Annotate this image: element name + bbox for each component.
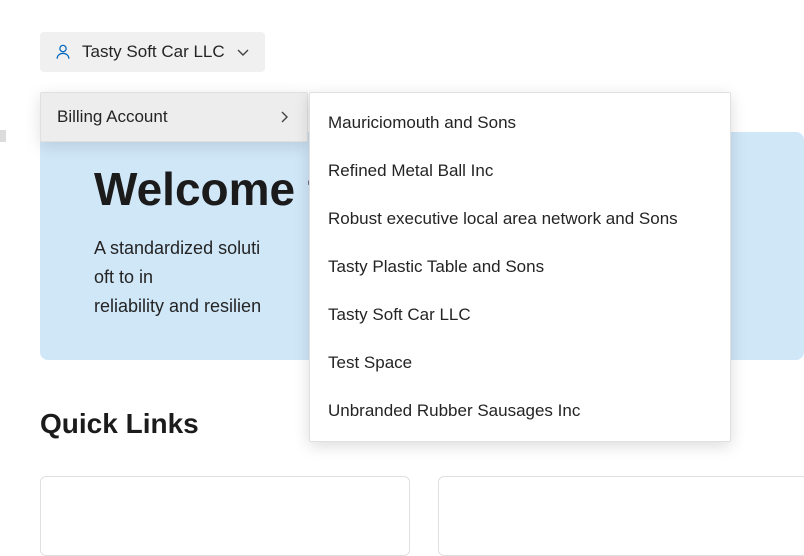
flyout-item-label: Robust executive local area network and … [328, 209, 678, 228]
quick-links-section: Quick Links [40, 408, 199, 440]
left-edge-shadow [0, 130, 6, 142]
flyout-item-label: Mauriciomouth and Sons [328, 113, 516, 132]
flyout-item[interactable]: Robust executive local area network and … [310, 195, 730, 243]
hero-body-left: A standardized soluti [94, 238, 260, 258]
quick-links-heading: Quick Links [40, 408, 199, 440]
flyout-item[interactable]: Unbranded Rubber Sausages Inc [310, 387, 730, 435]
account-submenu: Billing Account [40, 92, 308, 142]
hero-title-left: Welcome t [94, 163, 323, 215]
account-selector-button[interactable]: Tasty Soft Car LLC [40, 32, 265, 72]
submenu-item-label: Billing Account [57, 107, 168, 127]
person-icon [54, 43, 72, 61]
chevron-down-icon [235, 44, 251, 60]
submenu-item-billing-account[interactable]: Billing Account [41, 93, 307, 141]
account-selector-label: Tasty Soft Car LLC [82, 42, 225, 62]
quick-link-card[interactable] [40, 476, 410, 556]
billing-account-flyout: Mauriciomouth and Sons Refined Metal Bal… [309, 92, 731, 442]
quick-link-card[interactable] [438, 476, 804, 556]
flyout-item-label: Test Space [328, 353, 412, 372]
flyout-item-label: Unbranded Rubber Sausages Inc [328, 401, 580, 420]
flyout-item[interactable]: Mauriciomouth and Sons [310, 99, 730, 147]
flyout-item-label: Tasty Soft Car LLC [328, 305, 471, 324]
chevron-right-icon [277, 110, 291, 124]
hero-body-right: oft to in [94, 267, 153, 287]
flyout-item[interactable]: Tasty Plastic Table and Sons [310, 243, 730, 291]
flyout-item-label: Tasty Plastic Table and Sons [328, 257, 544, 276]
flyout-item[interactable]: Test Space [310, 339, 730, 387]
flyout-item-label: Refined Metal Ball Inc [328, 161, 493, 180]
flyout-item[interactable]: Refined Metal Ball Inc [310, 147, 730, 195]
flyout-item[interactable]: Tasty Soft Car LLC [310, 291, 730, 339]
